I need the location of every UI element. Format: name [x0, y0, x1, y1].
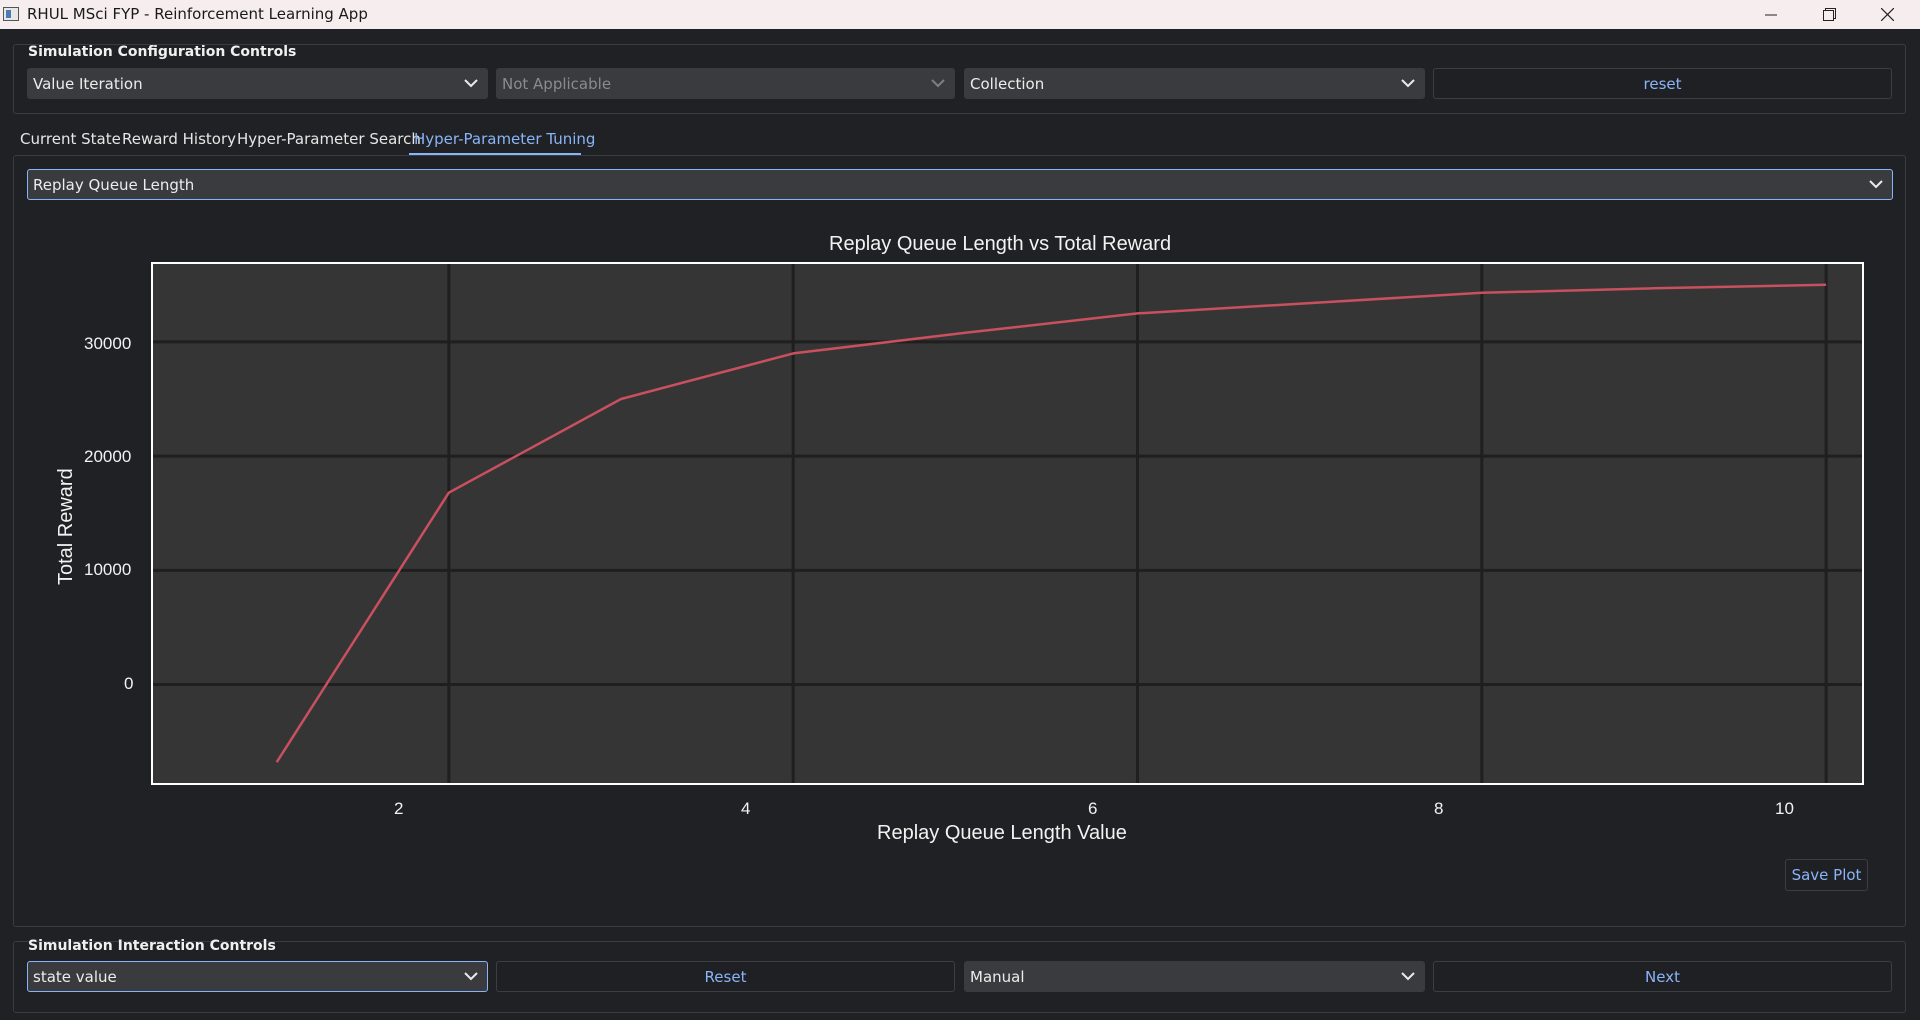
chevron-down-icon — [464, 79, 478, 88]
parameter-select-value: Replay Queue Length — [33, 176, 195, 194]
restore-icon[interactable] — [1800, 0, 1858, 29]
chart-title: Replay Queue Length vs Total Reward — [829, 233, 1172, 255]
title-bar: RHUL MSci FYP - Reinforcement Learning A… — [0, 0, 1920, 29]
close-icon[interactable] — [1858, 0, 1916, 29]
chevron-down-icon — [1869, 180, 1883, 189]
y-tick-label: 0 — [124, 674, 134, 693]
secondary-select[interactable]: Not Applicable — [496, 68, 955, 99]
x-tick-label: 4 — [741, 799, 751, 818]
chevron-down-icon — [1401, 972, 1415, 981]
config-group-title: Simulation Configuration Controls — [28, 44, 297, 60]
minimize-icon[interactable] — [1742, 0, 1800, 29]
secondary-select-value: Not Applicable — [502, 75, 612, 93]
step-mode-select[interactable]: Manual — [964, 961, 1425, 992]
x-tick-label: 2 — [394, 799, 404, 818]
y-axis-label: Total Reward — [55, 468, 77, 585]
view-mode-select-value: state value — [33, 968, 117, 986]
step-mode-select-value: Manual — [970, 968, 1025, 986]
tab-current-state[interactable]: Current State — [20, 130, 121, 148]
environment-select-value: Collection — [970, 75, 1045, 93]
tab-hyper-parameter-tuning[interactable]: Hyper-Parameter Tuning — [414, 130, 595, 148]
reset-button[interactable]: Reset — [496, 961, 955, 992]
y-tick-label: 10000 — [84, 560, 132, 579]
algorithm-select[interactable]: Value Iteration — [27, 68, 488, 99]
next-button[interactable]: Next — [1433, 961, 1892, 992]
algorithm-select-value: Value Iteration — [33, 75, 143, 93]
app-icon — [3, 7, 19, 21]
chevron-down-icon — [1401, 79, 1415, 88]
y-tick-label: 20000 — [84, 447, 132, 466]
x-tick-label: 10 — [1775, 799, 1794, 818]
x-tick-label: 8 — [1434, 799, 1444, 818]
x-tick-label: 6 — [1088, 799, 1098, 818]
save-plot-button[interactable]: Save Plot — [1785, 859, 1868, 891]
window-title: RHUL MSci FYP - Reinforcement Learning A… — [27, 5, 368, 23]
y-tick-label: 30000 — [84, 334, 132, 353]
environment-select[interactable]: Collection — [964, 68, 1425, 99]
parameter-select[interactable]: Replay Queue Length — [27, 169, 1893, 200]
x-axis-label: Replay Queue Length Value — [877, 822, 1127, 844]
view-mode-select[interactable]: state value — [27, 961, 488, 992]
tab-hyper-parameter-search[interactable]: Hyper-Parameter Search — [237, 130, 421, 148]
tab-reward-history[interactable]: Reward History — [122, 130, 236, 148]
line-chart — [151, 262, 1864, 785]
chevron-down-icon — [464, 972, 478, 981]
chevron-down-icon — [931, 79, 945, 88]
config-reset-button[interactable]: reset — [1433, 68, 1892, 99]
interaction-group-title: Simulation Interaction Controls — [28, 938, 276, 954]
